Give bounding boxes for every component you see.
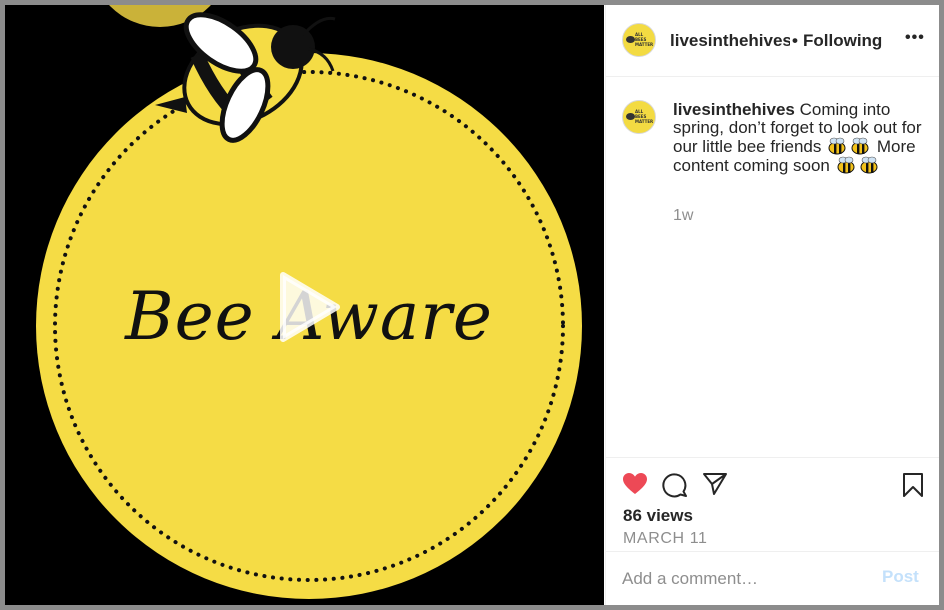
bookmark-icon[interactable]	[901, 472, 925, 498]
bee-emoji-icon	[860, 156, 878, 174]
share-icon[interactable]	[702, 472, 728, 496]
avatar[interactable]: ALL BEES MATTER	[622, 23, 656, 57]
play-button[interactable]	[275, 269, 345, 345]
caption-avatar[interactable]: ALL BEES MATTER	[622, 100, 656, 134]
header-username[interactable]: livesinthehives	[670, 31, 790, 51]
bee-emoji-icon	[837, 156, 855, 174]
caption-text: livesinthehives Coming into spring, don’…	[673, 101, 928, 175]
comment-composer: Post	[606, 551, 939, 605]
caption-timestamp[interactable]: 1w	[673, 207, 693, 225]
bee-emoji-icon	[828, 137, 846, 155]
bee-logo-icon	[626, 36, 635, 43]
avatar-logo-text: ALL BEES MATTER	[635, 32, 654, 47]
bee-emoji-icon	[851, 137, 869, 155]
header-separator: •	[792, 31, 798, 50]
more-options-icon[interactable]: •••	[905, 30, 924, 51]
avatar-logo-text: ALL BEES MATTER	[635, 109, 654, 124]
post-sidebar: ALL BEES MATTER livesinthehives • Follow…	[605, 5, 939, 605]
following-button[interactable]: Following	[803, 31, 882, 51]
post-header: ALL BEES MATTER livesinthehives • Follow…	[606, 5, 939, 77]
play-icon	[280, 272, 340, 342]
post-comment-button[interactable]: Post	[882, 567, 919, 587]
post-actions: 86 views MARCH 11	[606, 457, 939, 551]
post-window: Bee Aware ALL BEES MATTER livesinthehive…	[0, 0, 944, 610]
bee-logo-icon	[626, 113, 635, 120]
comment-input[interactable]	[622, 567, 862, 591]
view-count[interactable]: 86 views	[623, 506, 693, 526]
heart-icon[interactable]	[622, 472, 648, 496]
post-caption: ALL BEES MATTER livesinthehives Coming i…	[606, 77, 939, 457]
video-media[interactable]: Bee Aware	[5, 5, 604, 605]
comment-icon[interactable]	[662, 472, 688, 498]
post-date[interactable]: MARCH 11	[623, 530, 708, 548]
caption-username[interactable]: livesinthehives	[673, 100, 795, 119]
